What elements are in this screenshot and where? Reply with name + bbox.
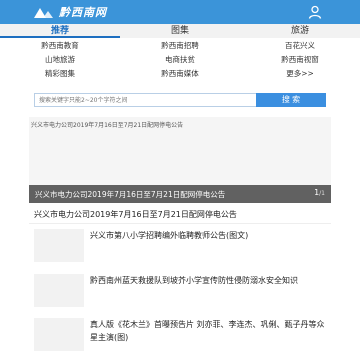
carousel-page-total: /1: [319, 190, 325, 197]
quick-links: 黔西南教育 黔西南招聘 百花兴义 山地旅游 电商扶贫 黔西南视窗 精彩图集 黔西…: [0, 39, 360, 81]
link-ecommerce-poverty[interactable]: 电商扶贫: [120, 53, 240, 67]
news-item[interactable]: 黔西南州蓝天救援队到坡芥小学宣传防性侵防溺水安全知识: [34, 274, 330, 314]
links-row: 山地旅游 电商扶贫 黔西南视窗: [0, 53, 360, 67]
link-recruitment[interactable]: 黔西南招聘: [120, 39, 240, 53]
news-thumbnail: [34, 274, 84, 307]
search-input[interactable]: [34, 93, 256, 107]
news-item[interactable]: 真人版《花木兰》首曝预告片 刘亦菲、李连杰、巩俐、甄子丹等众星主演(图): [34, 318, 330, 358]
news-item[interactable]: 兴义市第八小学招聘编外临聘教师公告(图文): [34, 229, 330, 269]
tab-recommend[interactable]: 推荐: [0, 24, 120, 38]
app-header: 黔西南网: [0, 0, 360, 24]
tab-travel[interactable]: 旅游: [240, 24, 360, 38]
tab-gallery[interactable]: 图集: [120, 24, 240, 38]
carousel-image-text: 兴义市电力公司2019年7月16日至7月21日配网停电公告: [31, 122, 184, 129]
news-thumbnail: [34, 318, 84, 351]
logo-text: 黔西南网: [59, 6, 107, 19]
links-row: 精彩图集 黔西南媒体 更多>>: [0, 67, 360, 81]
divider: [29, 223, 331, 224]
news-thumbnail: [34, 229, 84, 262]
news-title: 黔西南州蓝天救援队到坡芥小学宣传防性侵防溺水安全知识: [90, 276, 298, 285]
category-tabs: 推荐 图集 旅游: [0, 24, 360, 38]
mountain-logo-icon: [34, 7, 56, 18]
link-baihua-xingyi[interactable]: 百花兴义: [240, 39, 360, 53]
link-education[interactable]: 黔西南教育: [0, 39, 120, 53]
link-photo-gallery[interactable]: 精彩图集: [0, 67, 120, 81]
carousel-page-indicator: 1/1: [314, 188, 325, 197]
news-title: 兴义市第八小学招聘编外临聘教师公告(图文): [90, 231, 249, 240]
carousel-caption: 兴义市电力公司2019年7月16日至7月21日配网停电公告: [35, 190, 226, 199]
link-mountain-travel[interactable]: 山地旅游: [0, 53, 120, 67]
links-row: 黔西南教育 黔西南招聘 百花兴义: [0, 39, 360, 53]
headline-link[interactable]: 兴义市电力公司2019年7月16日至7月21日配网停电公告: [34, 209, 237, 220]
search-bar: 搜 索: [34, 93, 326, 107]
link-media[interactable]: 黔西南媒体: [120, 67, 240, 81]
site-logo[interactable]: 黔西南网: [34, 4, 107, 20]
news-carousel[interactable]: 兴义市电力公司2019年7月16日至7月21日配网停电公告 兴义市电力公司201…: [29, 117, 331, 203]
search-button[interactable]: 搜 索: [256, 93, 326, 107]
carousel-caption-bar: 兴义市电力公司2019年7月16日至7月21日配网停电公告 1/1: [29, 185, 331, 203]
news-title: 真人版《花木兰》首曝预告片 刘亦菲、李连杰、巩俐、甄子丹等众星主演(图): [90, 320, 325, 342]
user-icon[interactable]: [308, 5, 322, 19]
link-window[interactable]: 黔西南视窗: [240, 53, 360, 67]
link-more[interactable]: 更多>>: [240, 67, 360, 81]
